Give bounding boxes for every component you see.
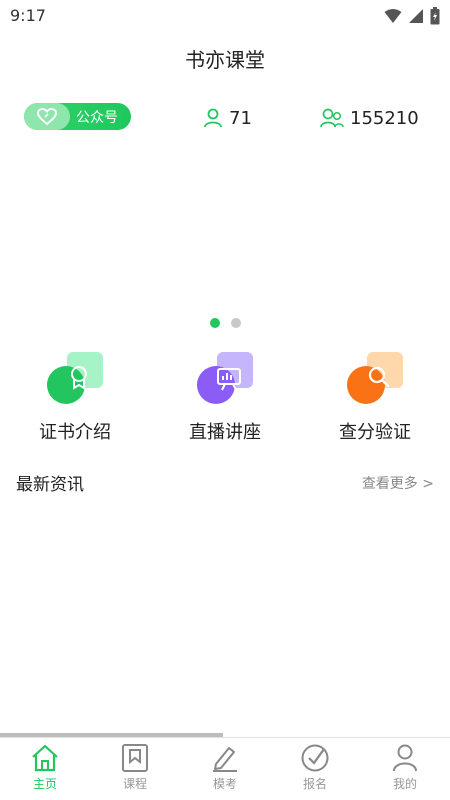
tab-profile[interactable]: 我的 bbox=[360, 738, 450, 800]
bookmark-icon bbox=[122, 744, 148, 772]
person-icon bbox=[393, 744, 417, 772]
status-bar: 9:17 bbox=[0, 0, 450, 32]
carousel-dot[interactable] bbox=[209, 318, 220, 328]
signal-icon bbox=[409, 9, 423, 23]
home-icon bbox=[32, 744, 58, 772]
total-user-count: 155210 bbox=[320, 105, 419, 131]
tab-label: 我的 bbox=[392, 777, 417, 791]
feature-certificate-intro[interactable]: 证书介绍 bbox=[0, 352, 150, 444]
tab-courses[interactable]: 课程 bbox=[90, 738, 180, 800]
users-icon bbox=[320, 108, 344, 128]
total-user-count-value: 155210 bbox=[350, 107, 419, 129]
news-section-header: 最新资讯 查看更多 > bbox=[16, 470, 434, 495]
wechat-account-button[interactable]: 公众号 bbox=[24, 103, 131, 130]
feature-label: 查分验证 bbox=[339, 422, 411, 443]
status-icons bbox=[384, 6, 440, 26]
heart-icon bbox=[24, 103, 70, 130]
tab-home[interactable]: 主页 bbox=[0, 738, 90, 800]
certificate-icon bbox=[47, 352, 103, 404]
pencil-icon bbox=[213, 747, 237, 772]
view-more-link[interactable]: 查看更多 > bbox=[362, 473, 434, 493]
user-icon bbox=[204, 108, 222, 128]
carousel-indicator bbox=[0, 318, 450, 328]
presentation-icon bbox=[197, 352, 253, 404]
tab-label: 课程 bbox=[122, 777, 147, 791]
tab-label: 主页 bbox=[32, 777, 57, 791]
page-title: 书亦课堂 bbox=[185, 48, 265, 72]
status-time: 9:17 bbox=[10, 6, 46, 25]
feature-score-verify[interactable]: 查分验证 bbox=[300, 352, 450, 444]
tab-mock-exam[interactable]: 模考 bbox=[180, 738, 270, 800]
tab-label: 模考 bbox=[212, 777, 237, 791]
banner-carousel[interactable] bbox=[0, 140, 450, 310]
user-count-value: 71 bbox=[229, 107, 252, 129]
wifi-icon bbox=[384, 9, 402, 23]
feature-label: 直播讲座 bbox=[189, 422, 261, 443]
check-circle-icon bbox=[301, 744, 329, 772]
carousel-dot[interactable] bbox=[230, 318, 241, 328]
wechat-account-label: 公众号 bbox=[76, 109, 118, 126]
feature-live-lecture[interactable]: 直播讲座 bbox=[150, 352, 300, 444]
user-count: 71 bbox=[203, 105, 252, 131]
battery-icon bbox=[430, 7, 440, 25]
tab-label: 报名 bbox=[302, 777, 327, 791]
search-icon bbox=[347, 352, 403, 404]
bottom-tab-bar: 主页 课程 模考 报名 我的 bbox=[0, 737, 450, 800]
feature-label: 证书介绍 bbox=[39, 422, 111, 443]
tab-register[interactable]: 报名 bbox=[270, 738, 360, 800]
news-title: 最新资讯 bbox=[16, 475, 84, 495]
